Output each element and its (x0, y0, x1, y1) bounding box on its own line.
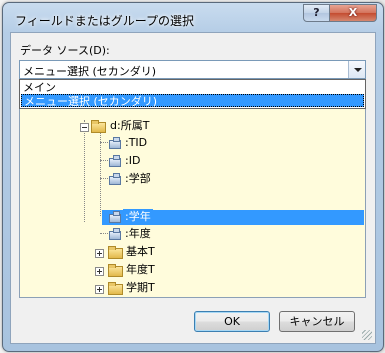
collapse-toggle[interactable] (80, 123, 89, 132)
field-tree[interactable]: d:所属T :TID :ID :学部 :学年 :年度 基本T 年度T 学期T (19, 79, 366, 298)
ok-button[interactable]: OK (194, 311, 270, 332)
field-icon (109, 228, 121, 240)
cancel-button[interactable]: キャンセル (279, 311, 355, 332)
tree-connector (84, 120, 85, 222)
tree-node-group[interactable]: d:所属T (108, 118, 151, 134)
folder-icon (108, 264, 123, 277)
tree-connector (100, 142, 108, 143)
tree-node-group[interactable]: 学期T (124, 280, 157, 296)
tree-node-field-selected[interactable]: :学年 (123, 209, 153, 225)
tree-connector (100, 160, 108, 161)
datasource-value: メニュー選択 (セカンダリ) (23, 65, 157, 78)
tree-node-field[interactable]: :TID (123, 135, 149, 151)
tree-node-field[interactable]: :年度 (123, 226, 153, 242)
expand-toggle[interactable] (95, 267, 104, 276)
select-field-dialog: フィールドまたはグループの選択 ? X データ ソース(D): メニュー選択 (… (2, 2, 384, 352)
field-icon (109, 173, 121, 185)
tree-connector (100, 178, 108, 179)
dialog-body: データ ソース(D): メニュー選択 (セカンダリ) d:所属T :TID :I… (10, 32, 376, 344)
tree-node-group[interactable]: 基本T (124, 244, 157, 260)
help-button[interactable]: ? (303, 4, 330, 22)
field-icon (109, 211, 121, 223)
folder-icon (108, 282, 123, 295)
folder-icon (108, 246, 123, 259)
expand-toggle[interactable] (95, 249, 104, 258)
folder-icon (91, 120, 106, 133)
field-icon (109, 155, 121, 167)
datasource-combobox[interactable]: メニュー選択 (セカンダリ) (19, 60, 366, 79)
dropdown-option[interactable]: メイン (21, 81, 364, 94)
dialog-title: フィールドまたはグループの選択 (15, 14, 195, 28)
close-button[interactable]: X (329, 4, 377, 22)
title-bar[interactable]: フィールドまたはグループの選択 ? X (3, 3, 383, 33)
tree-node-field[interactable]: :学部 (123, 171, 153, 187)
field-icon (109, 137, 121, 149)
tree-connector (100, 233, 108, 234)
tree-node-group[interactable]: 年度T (124, 262, 157, 278)
tree-node-field[interactable]: :ID (123, 153, 142, 169)
chevron-down-icon[interactable] (348, 61, 365, 78)
datasource-dropdown-list[interactable]: メイン メニュー選択 (セカンダリ) (19, 79, 366, 109)
expand-toggle[interactable] (95, 285, 104, 294)
resize-grip-icon[interactable] (362, 330, 372, 340)
dropdown-option-selected[interactable]: メニュー選択 (セカンダリ) (21, 94, 364, 108)
datasource-label: データ ソース(D): (20, 44, 110, 57)
